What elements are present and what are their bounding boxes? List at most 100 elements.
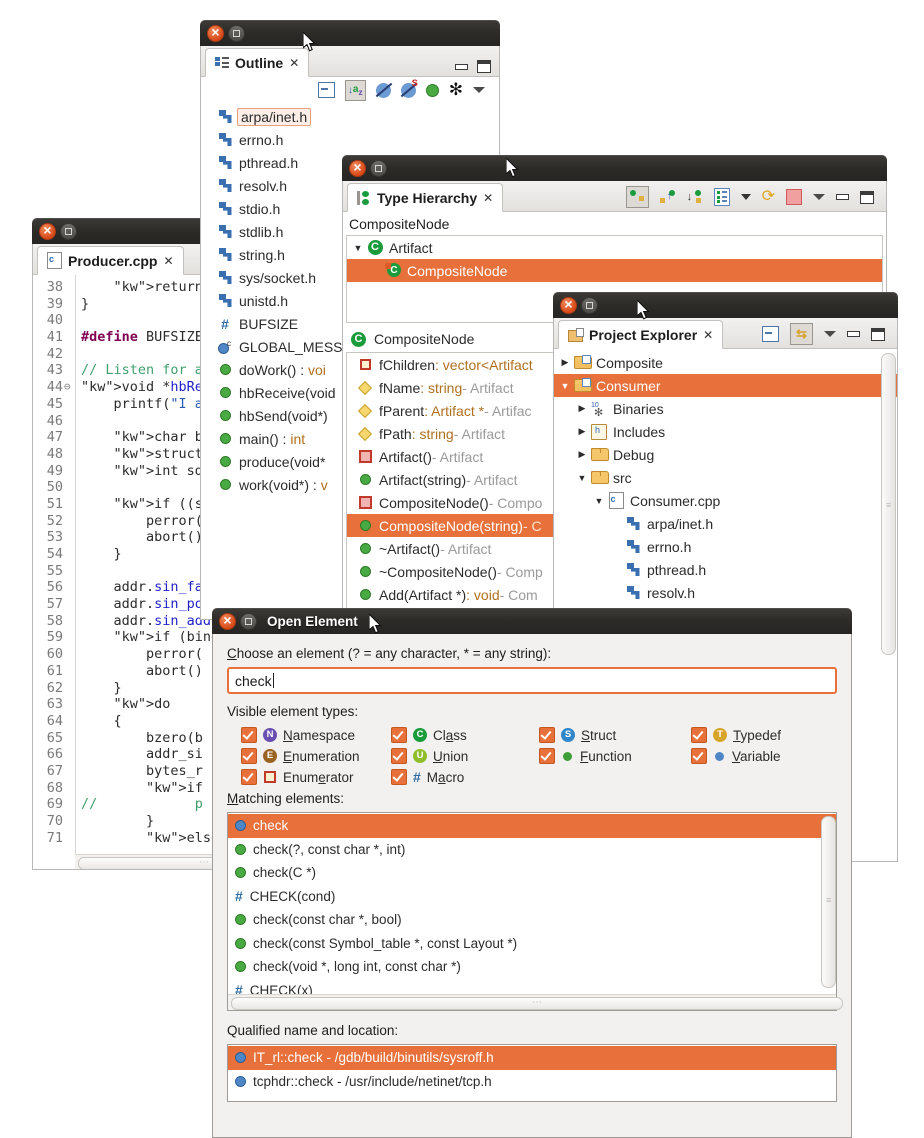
project-tree-node[interactable]: ▼Consumer.cpp bbox=[554, 489, 897, 512]
maximize-icon[interactable] bbox=[240, 613, 257, 630]
close-icon[interactable]: ✕ bbox=[483, 191, 493, 205]
expand-arrow-icon[interactable]: ▶ bbox=[575, 426, 589, 437]
visible-element-types[interactable]: NNamespaceCClassSStructTTypedefEEnumerat… bbox=[241, 727, 837, 785]
collapse-all-icon[interactable] bbox=[318, 82, 335, 98]
type-hierarchy-window-buttons[interactable] bbox=[342, 160, 387, 177]
matching-vscrollbar[interactable]: ≡ bbox=[821, 816, 834, 1007]
hide-nonpublic-icon[interactable] bbox=[426, 84, 439, 97]
type-checkbox-enumeration[interactable]: EEnumeration bbox=[241, 748, 391, 764]
close-icon[interactable] bbox=[349, 160, 366, 177]
project-tree-node[interactable]: ▶Debug bbox=[554, 443, 897, 466]
show-members-icon[interactable] bbox=[714, 188, 730, 206]
type-hierarchy-titlebar[interactable] bbox=[342, 155, 887, 181]
type-checkbox-class[interactable]: CClass bbox=[391, 727, 539, 743]
project-tree-node[interactable]: ▶10✻Binaries bbox=[554, 397, 897, 420]
checkbox-icon[interactable] bbox=[241, 727, 257, 743]
sort-alphabetically-icon[interactable]: ↓az bbox=[345, 80, 366, 101]
matching-element-row[interactable]: #CHECK(cond) bbox=[228, 885, 836, 909]
maximize-icon[interactable] bbox=[871, 328, 885, 341]
expand-arrow-icon[interactable]: ▶ bbox=[558, 357, 572, 368]
type-checkbox-namespace[interactable]: NNamespace bbox=[241, 727, 391, 743]
type-hierarchy-node[interactable]: CCompositeNode bbox=[347, 259, 882, 282]
outline-item[interactable]: errno.h bbox=[201, 128, 499, 151]
cancel-icon[interactable] bbox=[786, 189, 802, 205]
tab-outline[interactable]: Outline ✕ bbox=[205, 48, 309, 77]
outline-toolbar[interactable]: ↓az S ✻ bbox=[201, 77, 499, 103]
project-explorer-titlebar[interactable] bbox=[553, 292, 898, 318]
subtype-hierarchy-icon[interactable]: ↓ bbox=[687, 189, 703, 205]
maximize-icon[interactable] bbox=[860, 191, 874, 204]
outline-window-controls[interactable] bbox=[455, 60, 499, 76]
layout-menu-icon[interactable] bbox=[741, 194, 751, 200]
maximize-icon[interactable] bbox=[581, 297, 598, 314]
expand-arrow-icon[interactable]: ▶ bbox=[575, 449, 589, 460]
project-tree-node[interactable]: errno.h bbox=[554, 535, 897, 558]
checkbox-icon[interactable] bbox=[691, 727, 707, 743]
project-tree-node[interactable]: pthread.h bbox=[554, 558, 897, 581]
type-checkbox-function[interactable]: Function bbox=[539, 748, 691, 764]
matching-hscrollbar[interactable] bbox=[228, 994, 836, 1010]
qualified-name-row[interactable]: tcphdr::check - /usr/include/netinet/tcp… bbox=[228, 1070, 836, 1094]
view-menu-icon[interactable] bbox=[824, 331, 836, 337]
type-checkbox-typedef[interactable]: TTypedef bbox=[691, 727, 837, 743]
project-tree-node[interactable]: ▶Composite bbox=[554, 351, 897, 374]
project-tree-node[interactable]: ▼Consumer bbox=[554, 374, 897, 397]
project-explorer-vscrollbar[interactable]: ≡ bbox=[881, 353, 894, 858]
project-explorer-tree[interactable]: ▶Composite▼Consumer▶10✻Binaries▶Includes… bbox=[554, 349, 897, 606]
expand-arrow-icon[interactable]: ▼ bbox=[592, 496, 606, 506]
close-icon[interactable]: ✕ bbox=[703, 328, 713, 342]
minimize-icon[interactable] bbox=[836, 194, 849, 200]
type-hierarchy-toolbar[interactable]: ↑ ↓ ⟳ bbox=[626, 186, 886, 211]
maximize-icon[interactable] bbox=[228, 25, 245, 42]
qualified-name-listbox[interactable]: IT_rl::check - /gdb/build/binutils/sysro… bbox=[227, 1044, 837, 1102]
matching-element-row[interactable]: check(C *) bbox=[228, 861, 836, 885]
outline-item[interactable]: arpa/inet.h bbox=[201, 105, 499, 128]
collapse-all-icon[interactable] bbox=[762, 326, 779, 342]
hide-static-icon[interactable]: S bbox=[401, 83, 416, 98]
checkbox-icon[interactable] bbox=[391, 727, 407, 743]
close-icon[interactable] bbox=[39, 223, 56, 240]
type-hierarchy-tree[interactable]: ▼CArtifactCCompositeNode bbox=[347, 236, 882, 282]
checkbox-icon[interactable] bbox=[391, 748, 407, 764]
checkbox-icon[interactable] bbox=[691, 748, 707, 764]
matching-element-row[interactable]: check(const Symbol_table *, const Layout… bbox=[228, 932, 836, 956]
close-icon[interactable] bbox=[560, 297, 577, 314]
type-hierarchy-mode-icon[interactable] bbox=[626, 186, 649, 208]
refresh-icon[interactable]: ⟳ bbox=[762, 190, 775, 204]
search-input[interactable]: check bbox=[227, 667, 837, 694]
fold-marker[interactable]: ⊖ bbox=[64, 379, 71, 396]
dialog-window-buttons[interactable] bbox=[212, 613, 257, 630]
close-icon[interactable]: ✕ bbox=[163, 254, 173, 268]
open-element-dialog[interactable]: Open Element Choose an element (? = any … bbox=[212, 608, 852, 1138]
dialog-titlebar[interactable]: Open Element bbox=[212, 608, 852, 634]
close-icon[interactable] bbox=[207, 25, 224, 42]
matching-elements-listbox[interactable]: checkcheck(?, const char *, int)check(C … bbox=[227, 812, 837, 1011]
outline-titlebar[interactable] bbox=[200, 20, 500, 46]
project-tree-node[interactable]: arpa/inet.h bbox=[554, 512, 897, 535]
expand-arrow-icon[interactable]: ▼ bbox=[575, 473, 589, 483]
project-explorer-window-buttons[interactable] bbox=[553, 297, 598, 314]
expand-arrow-icon[interactable]: ▼ bbox=[351, 243, 365, 253]
type-checkbox-union[interactable]: UUnion bbox=[391, 748, 539, 764]
matching-element-row[interactable]: check(void *, long int, const char *) bbox=[228, 955, 836, 979]
link-editor-icon[interactable]: ⇆ bbox=[790, 323, 813, 345]
minimize-icon[interactable] bbox=[455, 64, 468, 70]
maximize-icon[interactable] bbox=[370, 160, 387, 177]
link-editor-icon[interactable]: ✻ bbox=[449, 84, 463, 96]
hide-fields-icon[interactable] bbox=[376, 83, 391, 98]
maximize-icon[interactable] bbox=[60, 223, 77, 240]
editor-window-buttons[interactable] bbox=[32, 223, 77, 240]
expand-arrow-icon[interactable]: ▶ bbox=[575, 403, 589, 414]
checkbox-icon[interactable] bbox=[241, 769, 257, 785]
matching-element-row[interactable]: check(const char *, bool) bbox=[228, 908, 836, 932]
project-explorer-toolbar[interactable]: ⇆ bbox=[762, 323, 897, 348]
view-menu-icon[interactable] bbox=[813, 194, 825, 200]
type-hierarchy-node[interactable]: ▼CArtifact bbox=[347, 236, 882, 259]
close-icon[interactable]: ✕ bbox=[289, 56, 299, 70]
checkbox-icon[interactable] bbox=[539, 748, 555, 764]
type-checkbox-variable[interactable]: Variable bbox=[691, 748, 837, 764]
project-tree-node[interactable]: resolv.h bbox=[554, 581, 897, 604]
minimize-icon[interactable] bbox=[847, 331, 860, 337]
matching-elements-list[interactable]: checkcheck(?, const char *, int)check(C … bbox=[228, 813, 836, 1002]
matching-element-row[interactable]: check bbox=[228, 814, 836, 838]
